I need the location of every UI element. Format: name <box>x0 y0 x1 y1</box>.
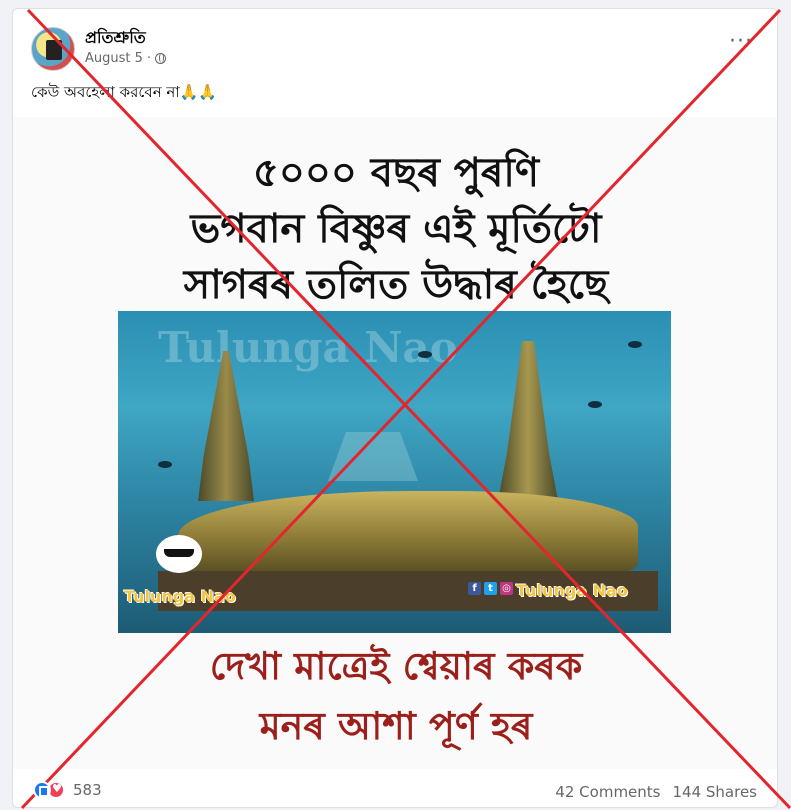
page-name[interactable]: প্ৰতিশ্ৰুতি <box>85 25 146 52</box>
facebook-icon: f <box>468 582 481 595</box>
post-stats: 42 Comments 144 Shares <box>555 783 757 801</box>
post-image[interactable]: ৫০০০ বছৰ পুৰণি ভগবান বিষ্ণুৰ এই মূৰ্তিটো… <box>13 117 777 769</box>
twitter-icon: t <box>484 582 497 595</box>
like-reaction-icon <box>33 781 51 799</box>
photo-label-right: Tulunga Nao <box>516 581 628 600</box>
more-options-icon[interactable]: ··· <box>729 31 753 53</box>
photo-watermark: Tulunga Nao <box>158 323 458 372</box>
boat-logo-icon <box>156 535 202 573</box>
shares-count[interactable]: 144 Shares <box>673 783 758 801</box>
right-stupa <box>498 341 558 501</box>
post-meta: August 5 · <box>85 51 167 66</box>
comments-count[interactable]: 42 Comments <box>555 783 660 801</box>
left-stupa <box>198 351 254 501</box>
underwater-statue-photo: Tulunga Nao Tulunga Nao f t ◎ Tulunga Na… <box>118 311 671 633</box>
fish-shape <box>628 341 642 348</box>
social-icons: f t ◎ <box>468 582 513 595</box>
post-date[interactable]: August 5 <box>85 51 143 66</box>
post-text: কেউ অবহেলা করবেন না🙏🙏 <box>31 83 218 101</box>
facebook-post-card: প্ৰতিশ্ৰুতি August 5 · ··· কেউ অবহেলা কর… <box>12 8 778 808</box>
image-headline-line3: সাগৰৰ তলিত উদ্ধাৰ হৈছে <box>183 261 609 308</box>
page-avatar[interactable] <box>31 27 75 71</box>
image-tagline-line2: মনৰ আশা পূৰ্ণ হৰ <box>259 703 533 748</box>
meta-separator: · <box>146 51 152 66</box>
sunken-temple <box>328 432 418 481</box>
photo-label-left: Tulunga Nao <box>124 587 236 606</box>
fish-shape <box>158 461 172 468</box>
reaction-count: 583 <box>73 781 102 799</box>
fish-shape <box>588 401 602 408</box>
reclining-statue <box>178 491 638 581</box>
globe-icon <box>155 53 167 64</box>
fish-shape <box>418 351 432 358</box>
instagram-icon: ◎ <box>500 582 513 595</box>
image-tagline-line1: দেখা মাত্ৰেই শ্বেয়াৰ কৰক <box>209 643 583 688</box>
post-footer: 583 42 Comments 144 Shares <box>13 769 777 807</box>
reactions-summary[interactable]: 583 <box>33 781 102 799</box>
post-header: প্ৰতিশ্ৰুতি August 5 · ··· কেউ অবহেলা কর… <box>13 9 777 117</box>
